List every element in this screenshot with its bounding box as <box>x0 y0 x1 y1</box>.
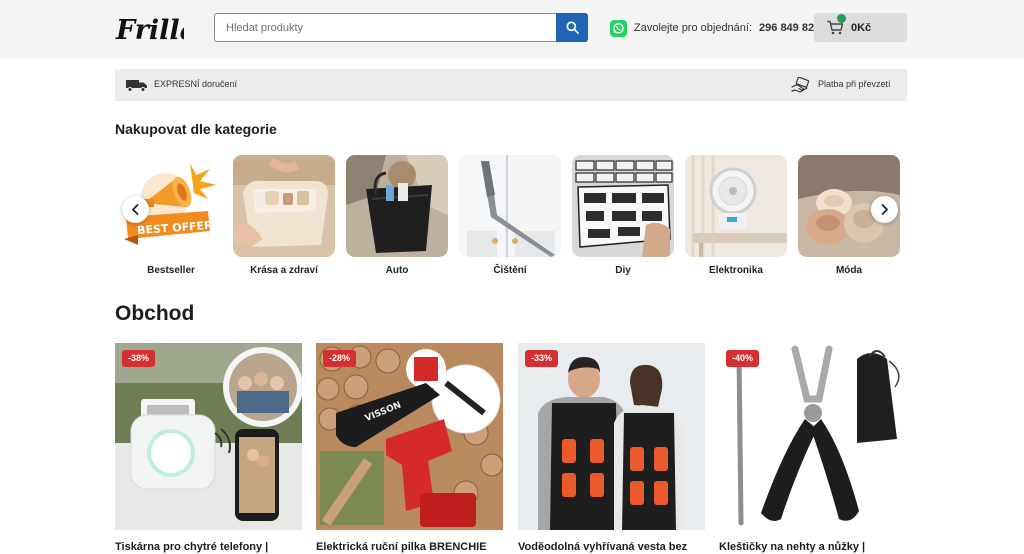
category-diy[interactable]: Diy <box>572 155 674 276</box>
category-image <box>459 155 561 257</box>
product-image[interactable]: -40% <box>719 343 906 530</box>
category-label: Diy <box>615 265 631 276</box>
product-card[interactable]: VISSON -28% Elektrická ruční pilka BRENC… <box>316 343 503 553</box>
discount-badge: -28% <box>323 350 357 367</box>
search-button[interactable] <box>556 13 588 42</box>
category-label: Bestseller <box>147 265 195 276</box>
category-beauty-health[interactable]: Krása a zdraví <box>233 155 335 276</box>
carousel-prev-button[interactable] <box>122 196 149 223</box>
product-name[interactable]: Tiskárna pro chytré telefony | <box>115 541 302 553</box>
cart-button[interactable]: 0Kč <box>814 13 907 42</box>
category-image <box>233 155 335 257</box>
chevron-right-icon <box>881 204 888 215</box>
category-label: Auto <box>385 265 409 276</box>
category-label: Móda <box>835 265 863 276</box>
discount-badge: -40% <box>726 350 760 367</box>
category-image <box>572 155 674 257</box>
category-label: Krása a zdraví <box>250 265 318 276</box>
product-image[interactable]: -38% <box>115 343 302 530</box>
express-delivery-text: EXPRESNÍ doručení <box>154 79 238 89</box>
product-name[interactable]: Voděodolná vyhřívaná vesta bez <box>518 541 705 553</box>
logo-text: Frilla <box>115 15 184 46</box>
category-image <box>685 155 787 257</box>
info-bar: EXPRESNÍ doručení Platba při převzetí <box>115 69 907 101</box>
cart-badge <box>837 14 846 23</box>
discount-badge: -38% <box>122 350 156 367</box>
product-card[interactable]: -38% Tiskárna pro chytré telefony | <box>115 343 302 553</box>
header: Frilla Zavolejte pro objednání: 296 849 … <box>0 0 1024 59</box>
category-label: Čištění <box>493 265 527 276</box>
chevron-left-icon <box>132 204 139 215</box>
cart-total: 0Kč <box>851 21 872 34</box>
product-name[interactable]: Kleštičky na nehty a nůžky | <box>719 541 906 553</box>
phone-number[interactable]: 296 849 825 <box>759 22 820 34</box>
categories-title: Nakupovat dle kategorie <box>115 121 277 137</box>
product-image[interactable]: -33% <box>518 343 705 530</box>
truck-icon <box>126 80 147 92</box>
phone-contact[interactable]: Zavolejte pro objednání: 296 849 825 <box>610 17 820 39</box>
product-card[interactable]: -40% Kleštičky na nehty a nůžky | <box>719 343 906 553</box>
search-bar <box>214 13 588 42</box>
category-cleaning[interactable]: Čištění <box>459 155 561 276</box>
category-label: Elektronika <box>709 265 763 276</box>
payment-hand-icon <box>791 77 810 93</box>
whatsapp-icon <box>610 19 627 37</box>
shop-title: Obchod <box>115 302 195 325</box>
logo[interactable]: Frilla <box>114 10 197 48</box>
phone-label: Zavolejte pro objednání: <box>634 22 753 34</box>
search-input[interactable] <box>215 14 557 41</box>
category-electronics[interactable]: Elektronika <box>685 155 787 276</box>
carousel-next-button[interactable] <box>871 196 898 223</box>
category-image <box>346 155 448 257</box>
search-icon <box>565 21 579 34</box>
product-image[interactable]: VISSON -28% <box>316 343 503 530</box>
product-card[interactable]: -33% Voděodolná vyhřívaná vesta bez <box>518 343 705 553</box>
cash-on-delivery-text: Platba při převzetí <box>818 79 891 89</box>
category-auto[interactable]: Auto <box>346 155 448 276</box>
product-name[interactable]: Elektrická ruční pilka BRENCHIE <box>316 541 503 553</box>
discount-badge: -33% <box>525 350 559 367</box>
cart-icon <box>827 14 846 35</box>
